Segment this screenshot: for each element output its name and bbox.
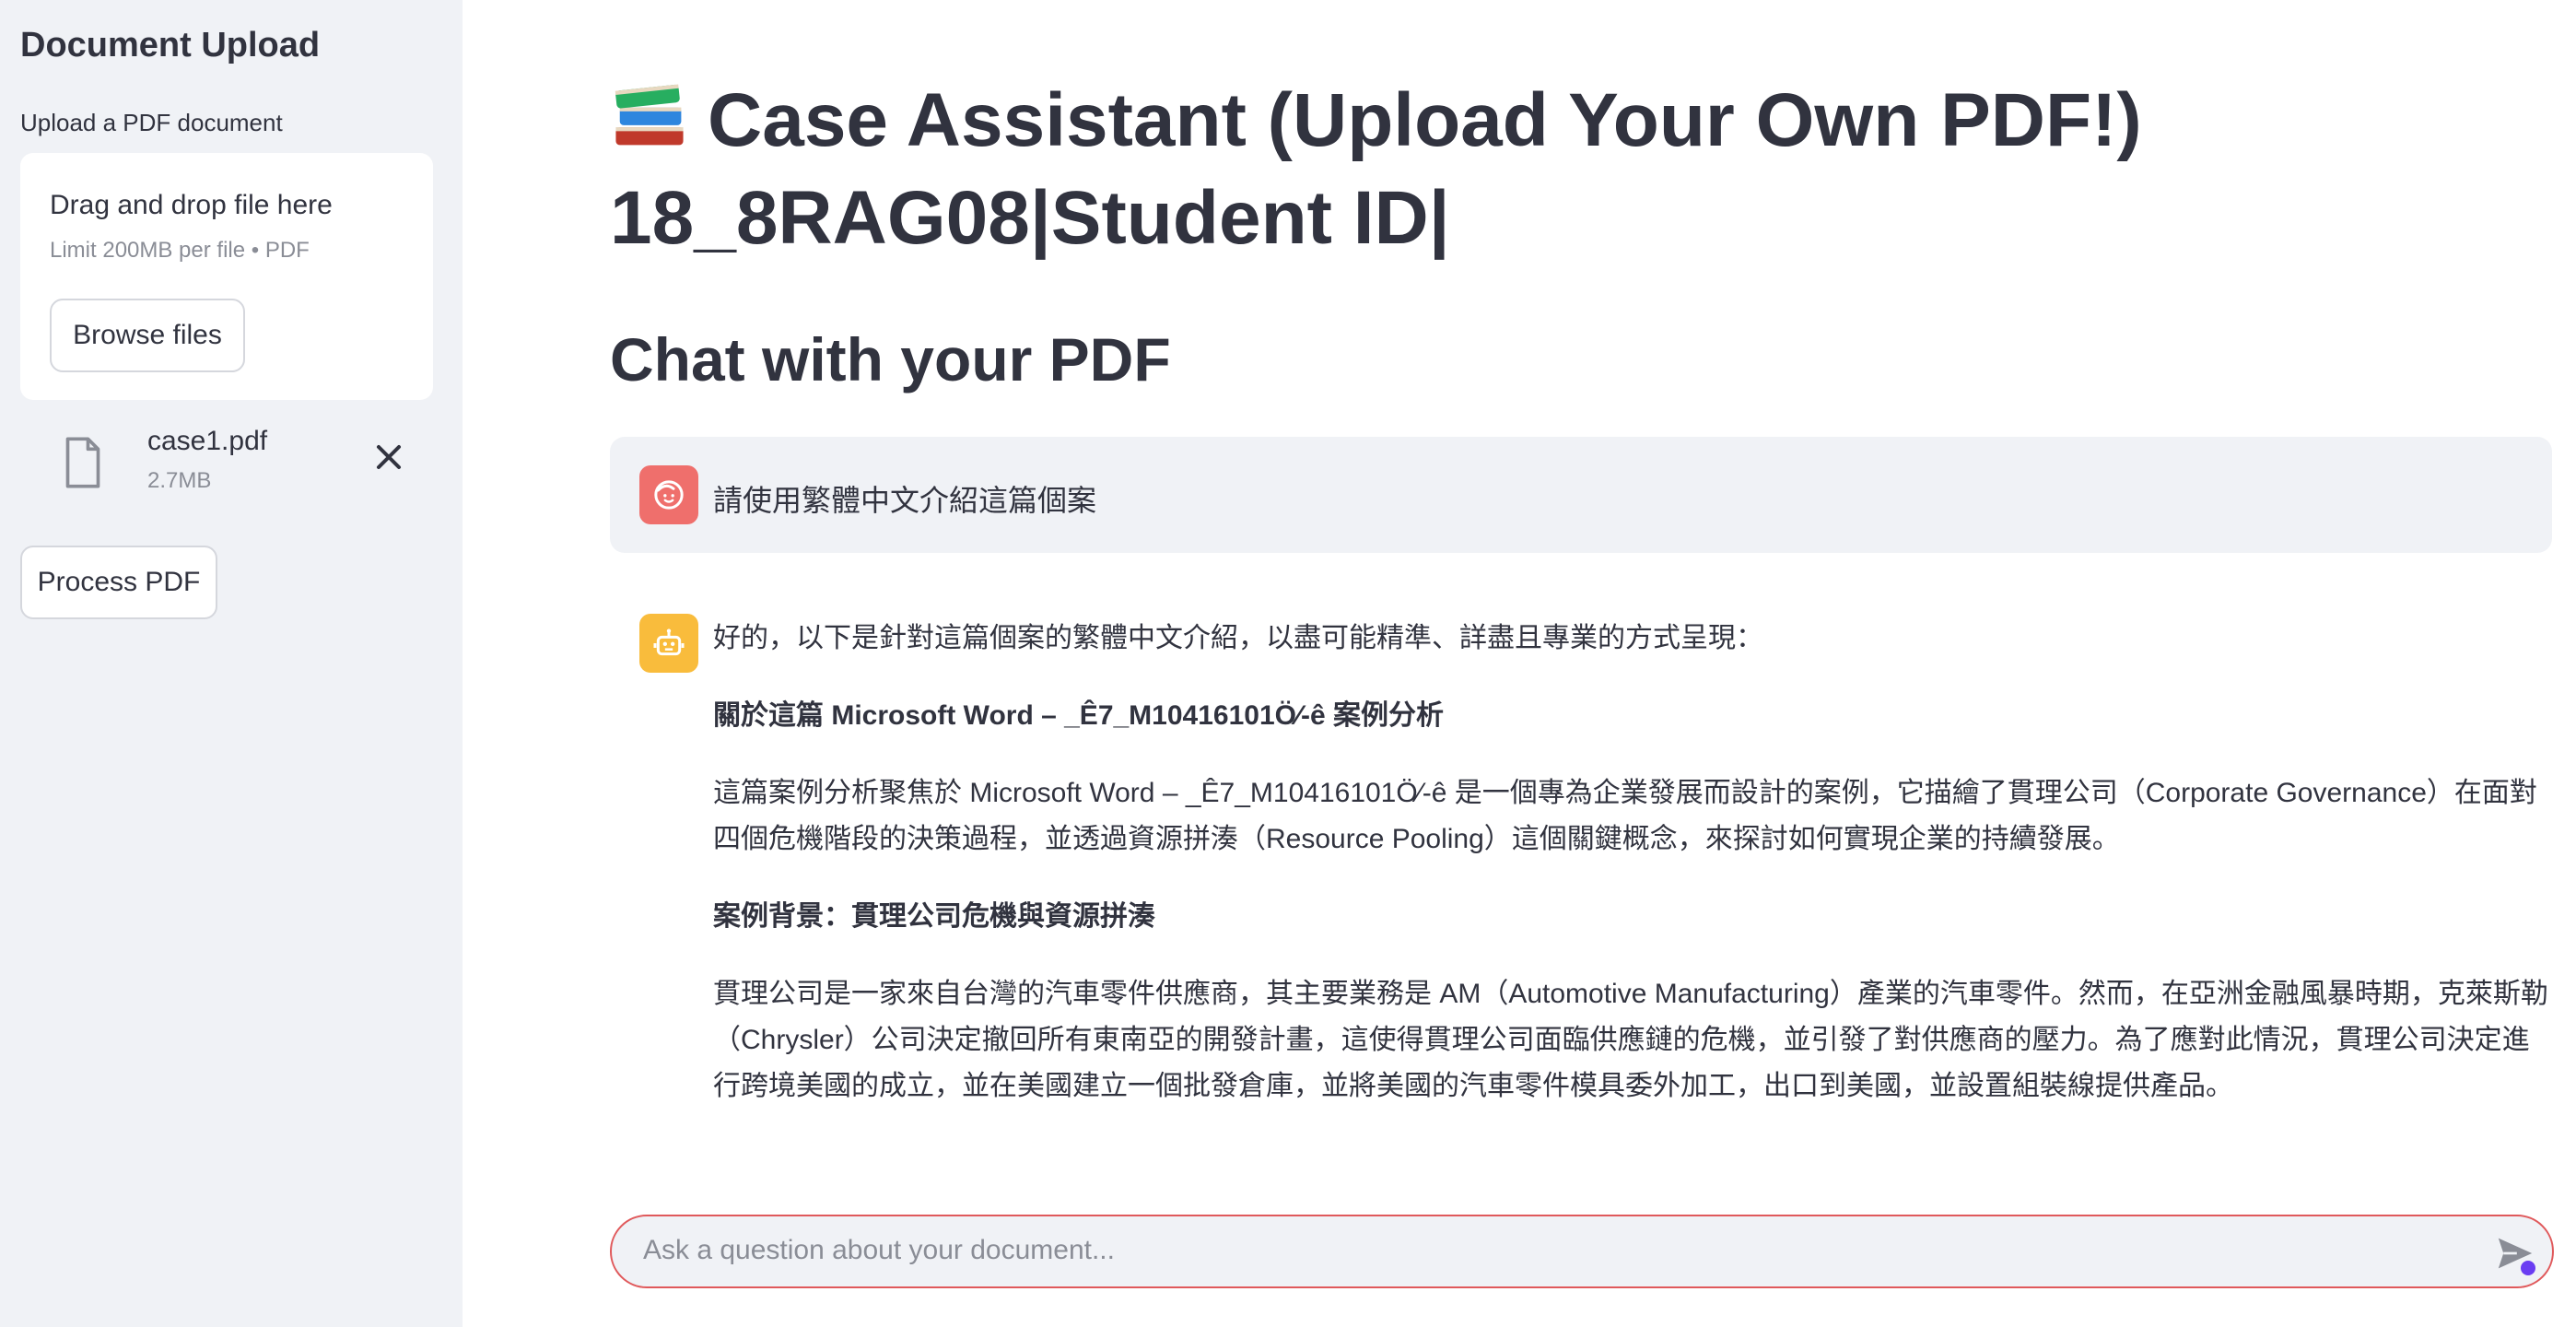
assistant-paragraph: 貫理公司是一家來自台灣的汽車零件供應商，其主要業務是 AM（Automotive… — [713, 979, 2548, 1101]
smiley-face-icon — [654, 480, 684, 510]
books-emoji-icon — [615, 84, 684, 146]
assistant-message-body: 好的，以下是針對這篇個案的繁體中文介紹，以盡可能精準、詳盡且專業的方式呈現： 關… — [713, 616, 2552, 1141]
assistant-heading: 案例背景：貫理公司危機與資源拼湊 — [713, 901, 1155, 932]
chat-subheader: Chat with your PDF — [610, 325, 1171, 393]
file-name: case1.pdf — [147, 426, 268, 456]
assistant-avatar-icon — [639, 614, 698, 673]
page-title-text: Case Assistant (Upload Your Own PDF!) 18… — [610, 78, 2142, 260]
file-icon — [65, 437, 100, 488]
browse-files-button[interactable]: Browse files — [50, 299, 245, 372]
user-message: 請使用繁體中文介紹這篇個案 — [610, 437, 2552, 553]
robot-icon — [653, 628, 685, 656]
assistant-message: 好的，以下是針對這篇個案的繁體中文介紹，以盡可能精準、詳盡且專業的方式呈現： 關… — [610, 590, 2552, 1161]
dropzone-limit: Limit 200MB per file • PDF — [50, 238, 310, 263]
file-dropzone[interactable]: Drag and drop file here Limit 200MB per … — [20, 153, 433, 400]
chat-input[interactable]: Ask a question about your document... — [610, 1215, 2554, 1288]
chat-input-placeholder: Ask a question about your document... — [643, 1235, 1115, 1265]
page-title: Case Assistant (Upload Your Own PDF!) 18… — [610, 72, 2453, 267]
close-icon[interactable] — [369, 437, 409, 477]
user-message-text: 請使用繁體中文介紹這篇個案 — [713, 484, 1097, 517]
dropzone-title: Drag and drop file here — [50, 190, 333, 220]
upload-label: Upload a PDF document — [20, 109, 283, 136]
process-pdf-button[interactable]: Process PDF — [20, 546, 217, 619]
sidebar: Document Upload Upload a PDF document Dr… — [0, 0, 463, 1327]
status-dot — [2521, 1261, 2535, 1275]
assistant-heading: 關於這篇 Microsoft Word – _Ê7_M10416101Ö⁄-ê … — [713, 700, 1445, 731]
file-size: 2.7MB — [147, 468, 212, 493]
assistant-intro: 好的，以下是針對這篇個案的繁體中文介紹，以盡可能精準、詳盡且專業的方式呈現： — [713, 623, 1763, 653]
user-avatar-icon — [639, 465, 698, 524]
sidebar-title: Document Upload — [20, 26, 321, 65]
assistant-paragraph: 這篇案例分析聚焦於 Microsoft Word – _Ê7_M10416101… — [713, 778, 2537, 854]
uploaded-file-row: case1.pdf 2.7MB — [20, 417, 433, 512]
